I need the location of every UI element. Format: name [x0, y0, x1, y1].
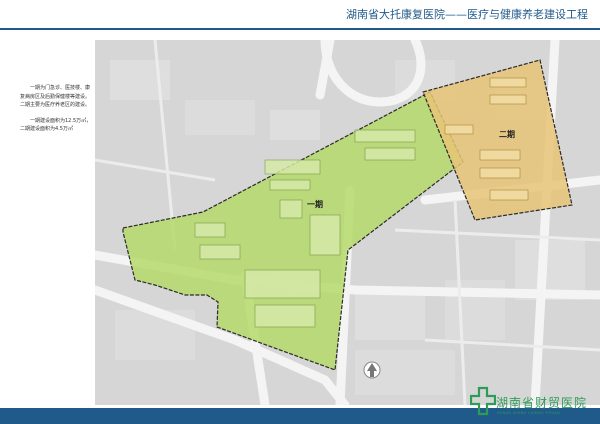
logo-subtitle: HUNAN SHENG CAIMAO YIYUAN — [497, 411, 560, 415]
page-title: 湖南省大托康复医院——医疗与健康养老建设工程 — [346, 8, 588, 21]
phase-1-label: 一期 — [307, 199, 323, 209]
header-divider — [0, 28, 600, 30]
header: 湖南省大托康复医院——医疗与健康养老建设工程 — [0, 0, 600, 30]
site-plan-map: 一期 二期 — [95, 40, 600, 405]
logo-text: 湖南省财贸医院 — [496, 396, 588, 410]
description-paragraph-areas: 一期建设面积为12.5万㎡，二期建设面积为4.5万㎡ — [20, 117, 92, 133]
phase-2-label: 二期 — [499, 129, 515, 139]
hospital-logo: 湖南省财贸医院 HUNAN SHENG CAIMAO YIYUAN — [470, 380, 600, 424]
description-paragraph-phases: 一期为门急诊、医技楼、康复病房区及后勤保健楼等建设。二期主要为医疗养老区的建设。 — [20, 85, 91, 108]
north-arrow-icon — [363, 361, 381, 379]
description-panel: 一期为门急诊、医技楼、康复病房区及后勤保健楼等建设。二期主要为医疗养老区的建设。… — [20, 84, 92, 141]
cross-logo-icon — [470, 386, 496, 416]
